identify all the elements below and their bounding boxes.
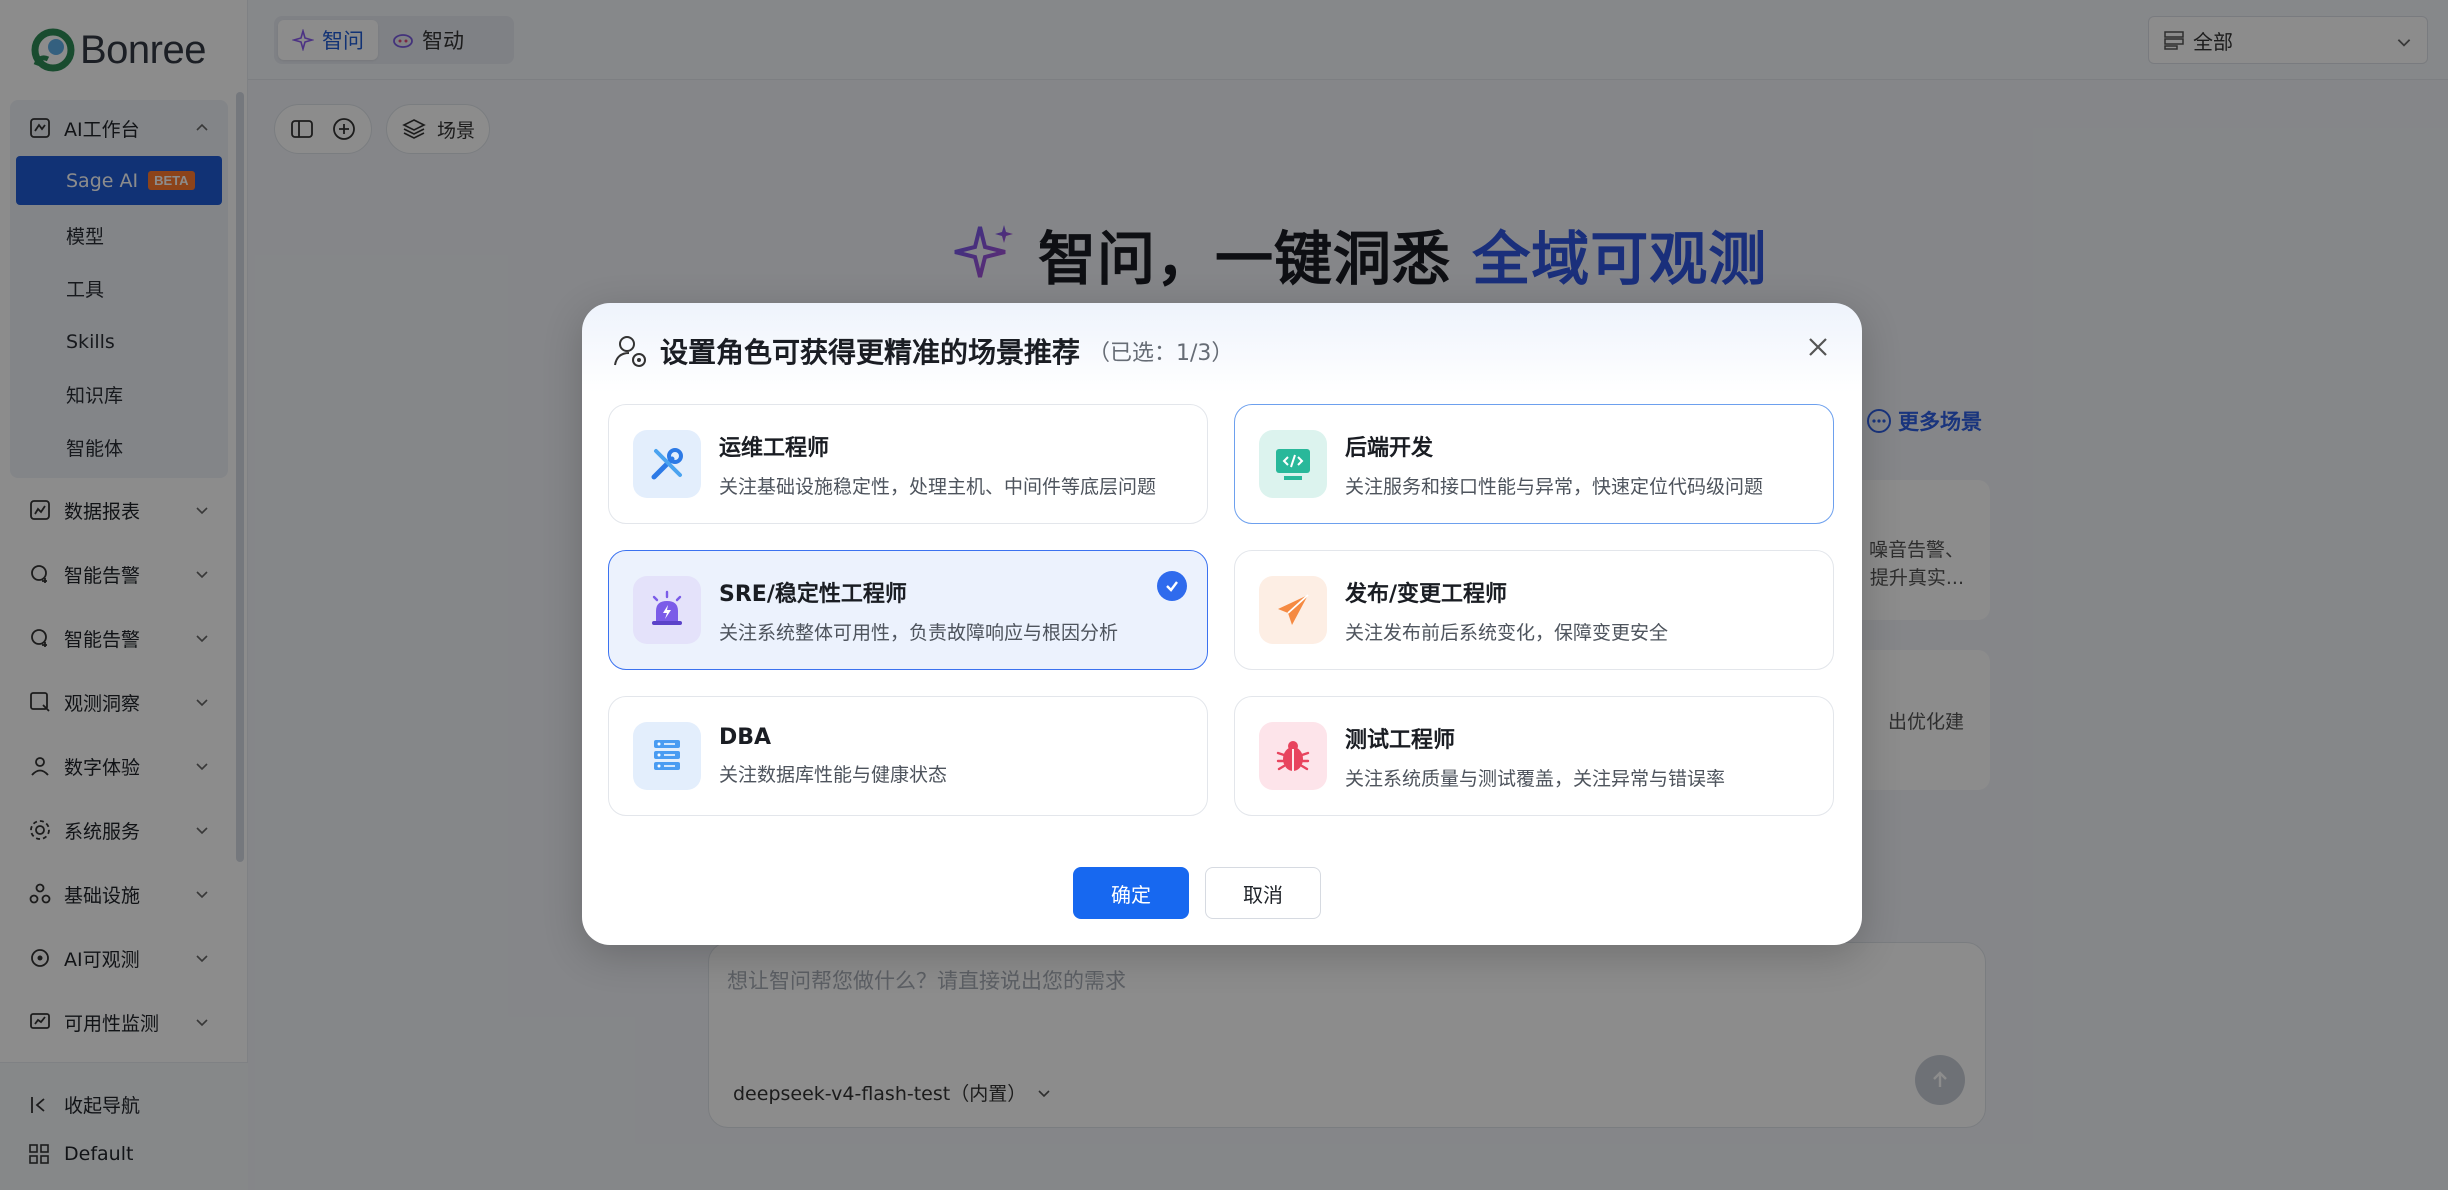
role-name: 测试工程师 [1345, 727, 1456, 753]
dialog-actions: 确定 取消 [582, 867, 1862, 919]
role-card-qa[interactable]: 测试工程师 关注系统质量与测试覆盖，关注异常与错误率 [1234, 696, 1834, 816]
role-name: 运维工程师 [719, 435, 830, 461]
checked-icon [1157, 571, 1187, 601]
role-icon-box [1259, 430, 1327, 498]
role-desc: 关注系统整体可用性，负责故障响应与根因分析 [719, 621, 1119, 644]
paper-plane-icon [1278, 594, 1309, 625]
role-desc: 关注发布前后系统变化，保障变更安全 [1345, 621, 1669, 644]
checkmark-icon [1166, 581, 1178, 592]
user-settings-icon [614, 336, 646, 367]
cancel-button[interactable]: 取消 [1205, 867, 1321, 919]
alarm-siren-icon [652, 590, 682, 625]
role-name: 发布/变更工程师 [1345, 581, 1508, 607]
role-card-sre[interactable]: SRE/稳定性工程师 关注系统整体可用性，负责故障响应与根因分析 [608, 550, 1208, 670]
role-card-backend[interactable]: 后端开发 关注服务和接口性能与异常，快速定位代码级问题 [1234, 404, 1834, 524]
role-card-dba[interactable]: DBA 关注数据库性能与健康状态 [608, 696, 1208, 816]
dialog-title: 设置角色可获得更精准的场景推荐 [660, 336, 1081, 369]
role-icon-box [633, 430, 701, 498]
role-icon-box [633, 722, 701, 790]
dialog-header: 设置角色可获得更精准的场景推荐 （已选：1/3） [612, 327, 1233, 375]
role-name: SRE/稳定性工程师 [719, 581, 907, 607]
dialog-selected-count: （已选：1/3） [1088, 341, 1234, 366]
role-icon-box [633, 576, 701, 644]
wrench-screwdriver-icon [651, 448, 683, 480]
role-icon-box [1259, 722, 1327, 790]
role-dialog: 设置角色可获得更精准的场景推荐 （已选：1/3） 运维工程师 关注基础设施稳定性… [582, 303, 1862, 945]
database-icon [654, 740, 680, 770]
confirm-button[interactable]: 确定 [1073, 867, 1189, 919]
role-desc: 关注系统质量与测试覆盖，关注异常与错误率 [1345, 767, 1726, 790]
role-icon-box [1259, 576, 1327, 644]
code-monitor-icon [1276, 449, 1310, 480]
role-text: 后端开发 关注服务和接口性能与异常，快速定位代码级问题 [1345, 430, 1763, 499]
role-card-ops[interactable]: 运维工程师 关注基础设施稳定性，处理主机、中间件等底层问题 [608, 404, 1208, 524]
role-text: 测试工程师 关注系统质量与测试覆盖，关注异常与错误率 [1345, 722, 1725, 791]
close-icon[interactable] [1802, 331, 1834, 363]
role-desc: 关注服务和接口性能与异常，快速定位代码级问题 [1345, 475, 1764, 498]
role-text: 运维工程师 关注基础设施稳定性，处理主机、中间件等底层问题 [719, 430, 1156, 499]
role-card-release[interactable]: 发布/变更工程师 关注发布前后系统变化，保障变更安全 [1234, 550, 1834, 670]
role-text: SRE/稳定性工程师 关注系统整体可用性，负责故障响应与根因分析 [719, 576, 1118, 645]
role-desc: 关注数据库性能与健康状态 [719, 764, 948, 786]
role-text: 发布/变更工程师 关注发布前后系统变化，保障变更安全 [1345, 576, 1668, 645]
role-desc: 关注基础设施稳定性，处理主机、中间件等底层问题 [719, 475, 1157, 498]
role-text: DBA 关注数据库性能与健康状态 [719, 725, 947, 787]
role-name: 后端开发 [1345, 435, 1434, 461]
role-name: DBA [719, 725, 772, 750]
bug-icon [1276, 741, 1310, 771]
